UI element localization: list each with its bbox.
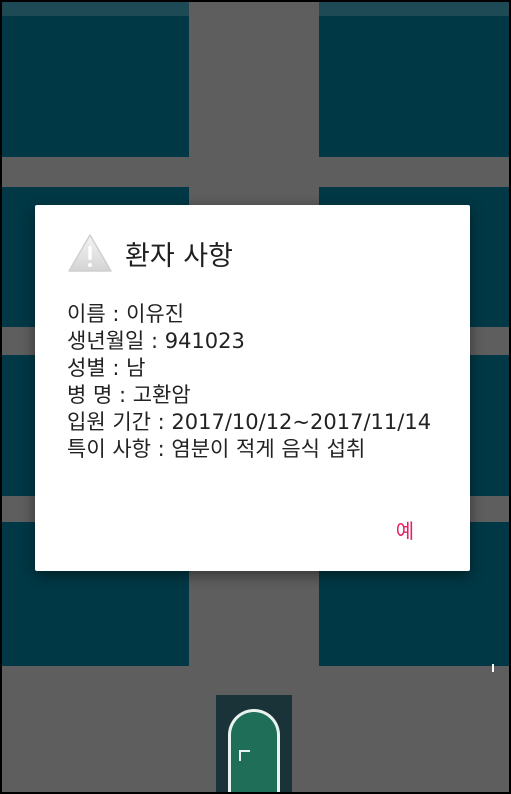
gender-line: 성별 : 남	[67, 356, 146, 380]
dialog-title: 환자 사항	[125, 240, 233, 272]
diagnosis-line: 병 명 : 고환암	[67, 383, 191, 407]
horizontal-corridor-top	[2, 157, 509, 187]
patient-info-dialog: 환자 사항 이름 : 이유진 생년월일 : 941023 성별 : 남 병 명 …	[35, 205, 470, 571]
special-notes-line: 특이 사항 : 염분이 적게 음식 섭취	[67, 437, 366, 461]
room-left-1[interactable]	[2, 16, 189, 157]
entrance-door-frame	[216, 695, 292, 792]
entrance-door[interactable]	[228, 709, 280, 792]
birthdate-line: 생년월일 : 941023	[67, 329, 245, 353]
warning-icon	[68, 234, 112, 272]
dialog-header: 환자 사항	[67, 231, 233, 275]
room-right-1[interactable]	[319, 16, 509, 157]
scroll-indicator	[492, 664, 494, 672]
dialog-message: 이름 : 이유진 생년월일 : 941023 성별 : 남 병 명 : 고환암 …	[67, 301, 457, 463]
patient-name-line: 이름 : 이유진	[67, 302, 185, 326]
door-handle-icon	[239, 750, 250, 761]
ok-button[interactable]: 예	[385, 509, 425, 549]
admission-period-line: 입원 기간 : 2017/10/12~2017/11/14	[67, 410, 432, 434]
